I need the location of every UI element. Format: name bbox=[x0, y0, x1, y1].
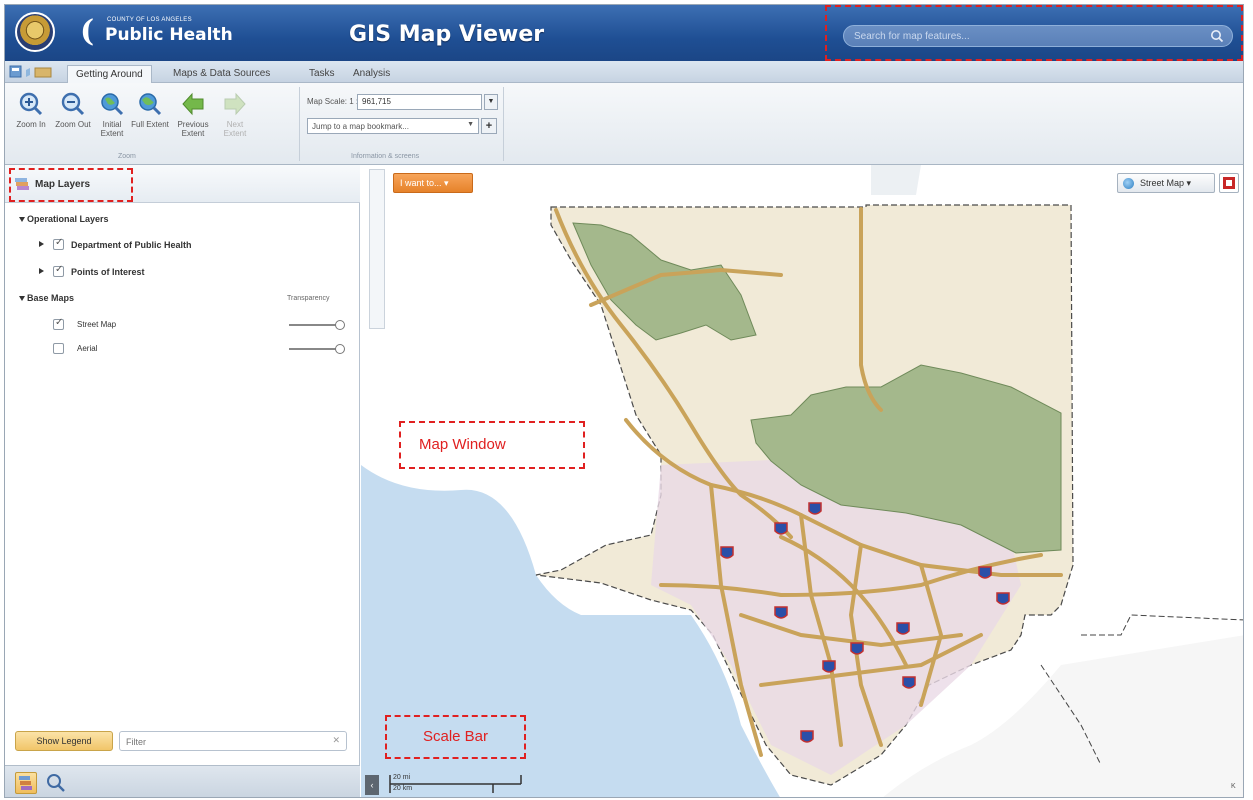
header-bar: ( COUNTY OF LOS ANGELES Public Health GI… bbox=[5, 5, 1243, 61]
app-title: GIS Map Viewer bbox=[349, 22, 545, 47]
filter-box[interactable]: ✕ bbox=[119, 731, 347, 751]
north-region bbox=[871, 165, 921, 195]
ribbon-toolbar: Zoom In Zoom Out Initial Extent Full Ext… bbox=[5, 83, 1243, 165]
collapse-panel-button[interactable]: ‹ bbox=[365, 775, 379, 795]
ribbon-tab-bar: Getting Around Maps & Data Sources Tasks… bbox=[5, 61, 1243, 83]
expand-triangle-icon[interactable] bbox=[39, 268, 44, 274]
clear-filter-icon[interactable]: ✕ bbox=[332, 735, 340, 746]
tab-getting-around[interactable]: Getting Around bbox=[67, 65, 152, 83]
zoom-out-label: Zoom Out bbox=[55, 120, 91, 129]
attribution-icon[interactable]: K bbox=[1231, 783, 1241, 795]
brand-small-text: COUNTY OF LOS ANGELES bbox=[107, 17, 192, 23]
layer-checkbox-points-of-interest[interactable] bbox=[53, 264, 64, 277]
group-info-label: Information & screens bbox=[351, 153, 420, 160]
bookmark-dropdown[interactable]: Jump to a map bookmark... ▼ bbox=[307, 118, 479, 134]
layer-label-points-of-interest: Points of Interest bbox=[71, 267, 145, 277]
chevron-down-icon: ▼ bbox=[467, 121, 474, 128]
brand-name: Public Health bbox=[105, 25, 233, 45]
expand-triangle-icon[interactable] bbox=[39, 241, 44, 247]
map-scale-field[interactable]: 961,715 bbox=[357, 94, 482, 110]
tab-tasks[interactable]: Tasks bbox=[301, 65, 343, 83]
map-window-annotation: Map Window bbox=[399, 421, 585, 469]
next-extent-label: Next Extent bbox=[223, 120, 247, 138]
basemap-checkbox-street-map[interactable] bbox=[53, 317, 64, 330]
map-scale-value: 961,715 bbox=[362, 97, 391, 106]
layer-label-public-health: Department of Public Health bbox=[71, 240, 192, 250]
zoom-in-label: Zoom In bbox=[16, 120, 46, 129]
initial-extent-button[interactable]: Initial Extent bbox=[93, 91, 131, 138]
layers-tab-button[interactable] bbox=[15, 772, 37, 794]
scale-miles-label: 20 mi bbox=[393, 774, 411, 781]
scale-km-label: 20 km bbox=[393, 785, 413, 792]
basemap-label: Street Map bbox=[1140, 178, 1185, 188]
base-maps-heading: Base Maps bbox=[27, 293, 75, 303]
ribbon-separator bbox=[299, 87, 300, 161]
print-icon bbox=[1223, 177, 1235, 189]
quick-access-icons[interactable] bbox=[9, 65, 59, 79]
chevron-down-icon[interactable]: ▼ bbox=[484, 94, 498, 110]
layers-icon bbox=[15, 178, 29, 190]
transparency-slider-street-map[interactable] bbox=[289, 320, 345, 330]
zoom-in-button[interactable]: Zoom In bbox=[11, 91, 51, 129]
zoom-out-button[interactable]: Zoom Out bbox=[53, 91, 93, 129]
globe-icon bbox=[139, 93, 162, 116]
globe-icon bbox=[101, 93, 124, 116]
map-scale-label: Map Scale: 1 : bbox=[307, 97, 359, 106]
panel-footer bbox=[5, 765, 360, 797]
scale-bar: 20 mi 20 km bbox=[389, 773, 529, 795]
collapse-triangle-icon[interactable] bbox=[19, 217, 25, 222]
collapse-triangle-icon[interactable] bbox=[19, 296, 25, 301]
search-icon[interactable] bbox=[1210, 29, 1224, 43]
map-layers-panel: Map Layers Operational Layers Department… bbox=[5, 165, 360, 797]
add-bookmark-button[interactable]: + bbox=[481, 118, 497, 134]
full-extent-label: Full Extent bbox=[131, 120, 169, 129]
layer-checkbox-public-health[interactable] bbox=[53, 237, 64, 250]
arrow-right-icon bbox=[224, 92, 246, 116]
i-want-to-button[interactable]: I want to... ▾ bbox=[393, 173, 473, 193]
basemap-selector-button[interactable]: Street Map ▾ bbox=[1117, 173, 1215, 193]
previous-extent-label: Previous Extent bbox=[177, 120, 209, 138]
zoom-slider[interactable] bbox=[369, 169, 385, 329]
bookmark-placeholder: Jump to a map bookmark... bbox=[312, 122, 409, 131]
map-canvas[interactable] bbox=[361, 165, 1244, 798]
print-button[interactable] bbox=[1219, 173, 1239, 193]
next-extent-button[interactable]: Next Extent bbox=[217, 91, 253, 138]
basemap-label-street-map: Street Map bbox=[77, 320, 117, 329]
operational-layers-heading: Operational Layers bbox=[27, 214, 109, 224]
layers-icon bbox=[19, 776, 32, 790]
zoom-in-icon bbox=[19, 92, 43, 116]
arrow-left-icon bbox=[182, 92, 204, 116]
county-seal-logo bbox=[15, 12, 55, 52]
basemap-label-aerial: Aerial bbox=[77, 344, 98, 353]
ribbon-separator bbox=[503, 87, 504, 161]
search-input[interactable] bbox=[854, 29, 1194, 44]
globe-icon bbox=[1123, 178, 1134, 189]
transparency-label: Transparency bbox=[287, 295, 330, 302]
transparency-slider-aerial[interactable] bbox=[289, 344, 345, 354]
brand-mark-icon: ( bbox=[80, 14, 95, 49]
map-window[interactable]: I want to... ▾ Street Map ▾ Map Window S… bbox=[361, 165, 1244, 798]
filter-input[interactable] bbox=[126, 735, 326, 748]
zoom-out-icon bbox=[61, 92, 85, 116]
search-icon[interactable] bbox=[45, 772, 67, 794]
app-window: ( COUNTY OF LOS ANGELES Public Health GI… bbox=[4, 4, 1244, 798]
previous-extent-button[interactable]: Previous Extent bbox=[171, 91, 215, 138]
panel-title: Map Layers bbox=[35, 179, 91, 190]
group-zoom-label: Zoom bbox=[118, 153, 136, 160]
panel-header: Map Layers bbox=[5, 165, 360, 203]
scale-bar-annotation: Scale Bar bbox=[385, 715, 526, 759]
initial-extent-label: Initial Extent bbox=[100, 120, 124, 138]
search-box[interactable] bbox=[843, 25, 1233, 47]
county-line-east bbox=[1081, 614, 1243, 636]
full-extent-button[interactable]: Full Extent bbox=[131, 91, 169, 129]
tab-maps-data-sources[interactable]: Maps & Data Sources bbox=[165, 65, 278, 83]
show-legend-button[interactable]: Show Legend bbox=[15, 731, 113, 751]
basemap-checkbox-aerial[interactable] bbox=[53, 343, 64, 354]
i-want-to-label: I want to... bbox=[400, 178, 442, 188]
tab-analysis[interactable]: Analysis bbox=[345, 65, 398, 83]
